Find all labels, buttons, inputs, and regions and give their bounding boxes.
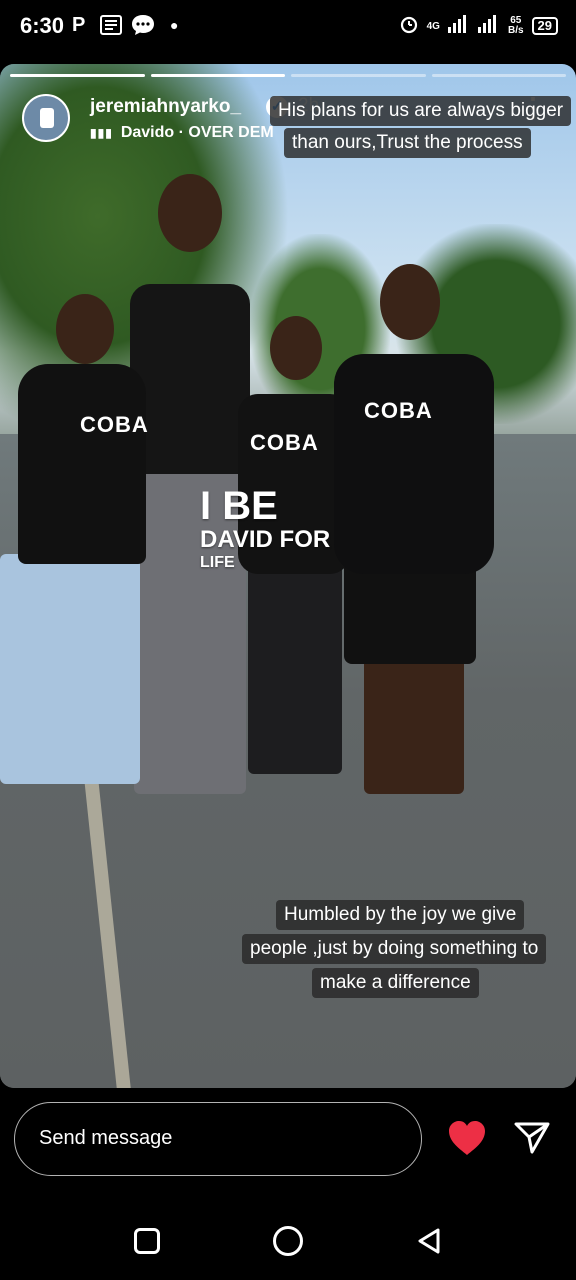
- caption-bottom-line2: people ,just by doing something to: [242, 934, 547, 964]
- story-progress: [10, 74, 566, 77]
- overlay-text-line3: LIFE: [200, 554, 235, 571]
- net-speed-unit: B/s: [507, 25, 524, 36]
- home-button[interactable]: [273, 1226, 303, 1256]
- recent-apps-button[interactable]: [134, 1228, 160, 1254]
- network-type: 4G: [426, 20, 440, 32]
- send-message-field[interactable]: Send message: [14, 1102, 422, 1176]
- send-icon[interactable]: [512, 1118, 552, 1158]
- shirt-logo: COBA: [250, 430, 319, 455]
- caption-top-line2: than ours,Trust the process: [284, 128, 531, 158]
- signal-icon: [447, 14, 470, 38]
- music-bars-icon: ▮▮▮: [90, 126, 113, 140]
- progress-segment: [10, 74, 145, 77]
- shirt-logo: COBA: [364, 398, 433, 423]
- story-viewer[interactable]: COBA COBA COBA jeremiahnyarko_ ✓ 2h ▮▮▮ …: [0, 64, 576, 1088]
- avatar[interactable]: [22, 94, 70, 142]
- status-time: 6:30: [20, 13, 65, 38]
- person-girl: COBA: [0, 294, 149, 784]
- status-right-cluster: 4G 65 B/s 29: [399, 12, 558, 40]
- battery-indicator: 29: [531, 17, 558, 35]
- news-icon: [100, 12, 122, 38]
- caption-bottom-line1: Humbled by the joy we give: [276, 900, 525, 930]
- net-speed: 65 B/s: [508, 16, 524, 36]
- caption-top-line1: His plans for us are always bigger: [270, 96, 572, 126]
- alarm-icon: [399, 14, 419, 39]
- p-app-icon: P: [72, 13, 86, 36]
- back-button[interactable]: [414, 1226, 444, 1256]
- progress-segment: [150, 74, 285, 77]
- send-message-placeholder[interactable]: Send message: [39, 1127, 172, 1150]
- heart-icon[interactable]: [446, 1118, 488, 1158]
- username[interactable]: jeremiahnyarko_: [90, 96, 241, 118]
- status-bar: 6:30 P ● 4G 65 B/s 29: [0, 0, 576, 56]
- signal-icon-2: [477, 14, 500, 38]
- music-text: Davido · OVER DEM: [120, 124, 274, 141]
- overlay-text-line1: I BE: [200, 484, 278, 528]
- dot-icon: ●: [170, 17, 179, 33]
- progress-segment: [431, 74, 566, 77]
- shirt-logo: COBA: [80, 412, 149, 437]
- caption-bottom-line3: make a difference: [312, 968, 479, 998]
- progress-segment: [291, 74, 426, 77]
- person-man: COBA: [334, 264, 494, 804]
- chat-bubble-icon: [130, 12, 156, 38]
- music-label[interactable]: ▮▮▮ Davido · OVER DEM: [90, 124, 274, 142]
- overlay-text-line2: DAVID FOR: [200, 526, 331, 553]
